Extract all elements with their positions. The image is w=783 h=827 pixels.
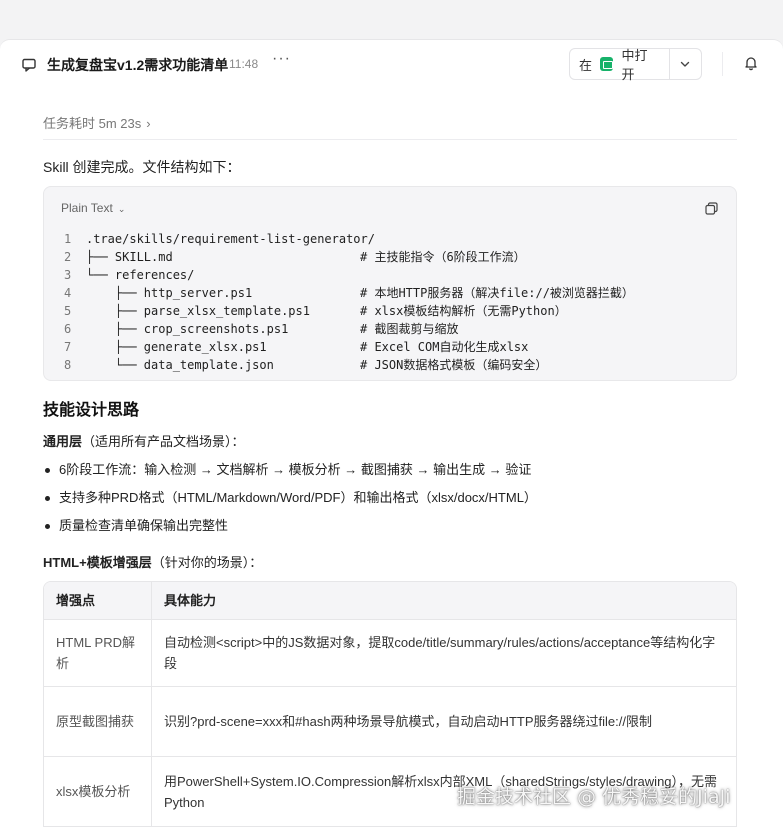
chevron-right-icon: › <box>146 116 151 131</box>
code-line: 7 ├── generate_xlsx.ps1 # Excel COM自动化生成x… <box>64 338 646 356</box>
code-text: .trae/skills/requirement-list-generator/ <box>86 232 375 246</box>
table-cell-ability: 识别?prd-scene=xxx和#hash两种场景导航模式，自动启动HTTP服… <box>164 714 652 729</box>
line-number: 3 <box>64 268 72 282</box>
code-comment: # xlsx模板结构解析（无需Python） <box>360 304 567 318</box>
line-number: 8 <box>64 358 72 372</box>
table-row: HTML PRD解析 自动检测<script>中的JS数据对象，提取code/t… <box>44 620 736 687</box>
line-number: 2 <box>64 250 72 264</box>
conversation-title: 生成复盘宝v1.2需求功能清单 <box>47 57 229 73</box>
code-text: └── references/ <box>86 268 195 282</box>
table-cell-point: 原型截图捕获 <box>44 687 152 756</box>
conversation-header: 生成复盘宝v1.2需求功能清单 11:48 ··· 在 中打开 <box>0 40 783 88</box>
code-line: 2 ├── SKILL.md # 主技能指令（6阶段工作流） <box>64 248 646 266</box>
feature-list: 6阶段工作流：输入检测 → 文档解析 → 模板分析 → 截图捕获 → 输出生成 … <box>43 459 537 543</box>
open-prefix-label: 在 <box>579 57 593 73</box>
list-item: 6阶段工作流：输入检测 → 文档解析 → 模板分析 → 截图捕获 → 输出生成 … <box>43 459 537 487</box>
code-text: ├── generate_xlsx.ps1 <box>86 340 267 354</box>
chevron-down-icon: ⌄ <box>117 204 126 214</box>
section-heading: 技能设计思路 <box>43 402 140 419</box>
code-comment: # 主技能指令（6阶段工作流） <box>360 250 526 264</box>
code-text: ├── parse_xlsx_template.ps1 <box>86 304 310 318</box>
open-in-app-group: 在 中打开 <box>569 48 702 82</box>
code-comment: # 本地HTTP服务器（解决file://被浏览器拦截） <box>360 286 634 300</box>
code-line: 5 ├── parse_xlsx_template.ps1 # xlsx模板结构解… <box>64 302 646 320</box>
code-language-label: Plain Text <box>61 201 113 215</box>
list-item: 质量检查清单确保输出完整性 <box>43 515 537 543</box>
open-in-app-button[interactable]: 在 中打开 <box>570 48 667 82</box>
code-line: 4 ├── http_server.ps1 # 本地HTTP服务器（解决file:… <box>64 284 646 302</box>
watermark: 掘金技术社区 @ 优秀稳妥的JiaJi <box>457 786 731 808</box>
line-number: 7 <box>64 340 72 354</box>
intro-text: Skill 创建完成。文件结构如下： <box>43 159 241 175</box>
line-number: 1 <box>64 232 72 246</box>
code-comment: # 截图裁剪与缩放 <box>360 322 459 336</box>
table-cell-point: xlsx模板分析 <box>44 757 152 826</box>
code-text: └── data_template.json <box>86 358 274 372</box>
line-number: 6 <box>64 322 72 336</box>
code-line: 8 └── data_template.json # JSON数据格式模板（编码安… <box>64 356 646 374</box>
copy-icon[interactable] <box>705 202 718 215</box>
table-cell-point: HTML PRD解析 <box>44 620 152 686</box>
general-layer-bold: 通用层 <box>43 434 83 449</box>
table-header-row: 增强点 具体能力 <box>44 582 736 620</box>
chevron-down-icon <box>681 61 690 67</box>
line-number: 4 <box>64 286 72 300</box>
code-text: ├── http_server.ps1 <box>86 286 253 300</box>
code-line: 3 └── references/ <box>64 266 646 284</box>
general-layer-rest: （适用所有产品文档场景）： <box>82 434 245 449</box>
code-language-selector[interactable]: Plain Text ⌄ <box>61 201 125 215</box>
table-row: 原型截图捕获 识别?prd-scene=xxx和#hash两种场景导航模式，自动… <box>44 687 736 757</box>
code-block: Plain Text ⌄ 1 .trae/skills/requirement-li… <box>43 186 737 381</box>
chat-panel: 生成复盘宝v1.2需求功能清单 11:48 ··· 在 中打开 任务耗时 5m … <box>0 39 783 827</box>
code-text: ├── crop_screenshots.ps1 <box>86 322 289 336</box>
open-label: 中打开 <box>621 48 648 82</box>
table-cell-ability: 自动检测<script>中的JS数据对象，提取code/title/summar… <box>164 635 716 671</box>
more-options-button[interactable]: ··· <box>272 50 291 68</box>
enhanced-layer-label: HTML+模板增强层（针对你的场景）： <box>43 552 262 571</box>
open-options-dropdown[interactable] <box>670 49 701 79</box>
general-layer-label: 通用层（适用所有产品文档场景）： <box>43 431 245 450</box>
conversation-time: 11:48 <box>229 57 259 71</box>
chat-icon <box>22 58 36 72</box>
header-divider <box>722 52 723 76</box>
list-item: 支持多种PRD格式（HTML/Markdown/Word/PDF）和输出格式（x… <box>43 487 537 515</box>
code-comment: # JSON数据格式模板（编码安全） <box>360 358 548 372</box>
code-line: 1 .trae/skills/requirement-list-generator… <box>64 230 646 248</box>
line-number: 5 <box>64 304 72 318</box>
divider <box>43 139 737 140</box>
code-text: ├── SKILL.md <box>86 250 173 264</box>
enhanced-layer-bold: HTML+模板增强层 <box>43 555 152 570</box>
app-icon <box>600 57 614 71</box>
code-line: 6 ├── crop_screenshots.ps1 # 截图裁剪与缩放 <box>64 320 646 338</box>
notification-bell-icon[interactable] <box>743 55 759 71</box>
table-header-cell: 具体能力 <box>164 593 217 608</box>
task-duration-label: 任务耗时 5m 23s <box>43 116 142 131</box>
task-duration-toggle[interactable]: 任务耗时 5m 23s › <box>43 113 151 132</box>
code-lines: 1 .trae/skills/requirement-list-generator… <box>64 230 646 374</box>
enhanced-layer-rest: （针对你的场景）： <box>151 555 263 570</box>
code-comment: # Excel COM自动化生成xlsx <box>360 340 529 354</box>
table-header-cell: 增强点 <box>44 582 152 619</box>
